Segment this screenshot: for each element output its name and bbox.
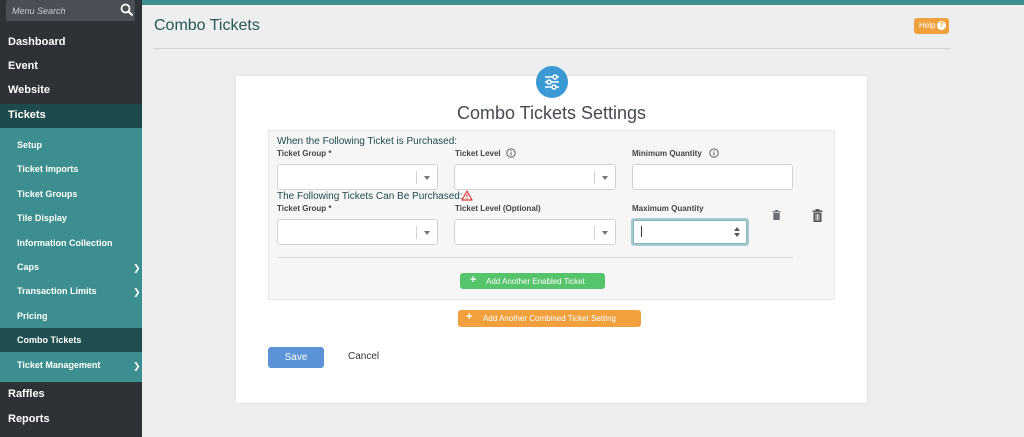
maximum-quantity-input[interactable] [631, 218, 749, 246]
chevron-right-icon: ❯ [133, 263, 141, 273]
minimum-quantity-label: Minimum Quantity [632, 149, 702, 158]
plus-icon: + [466, 311, 473, 323]
sidebar-item-label: Tile Display [17, 213, 67, 223]
add-enabled-ticket-label: Add Another Enabled Ticket [486, 277, 585, 286]
ticket-level-label: Ticket Level [455, 149, 501, 158]
sidebar-item-information-collection[interactable]: Information Collection [0, 231, 142, 255]
purchased-section-title: When the Following Ticket is Purchased: [277, 136, 458, 147]
sidebar: Dashboard Event Website Tickets Setup Ti… [0, 0, 142, 437]
minimum-quantity-input[interactable] [632, 164, 793, 190]
nav-dashboard[interactable]: Dashboard [8, 36, 65, 48]
select-separator [594, 171, 595, 184]
ticket-level-select[interactable] [454, 219, 616, 245]
caret-down-icon [424, 231, 430, 235]
ticket-level-select[interactable] [454, 164, 616, 190]
sidebar-item-combo-tickets[interactable]: Combo Tickets [0, 328, 142, 352]
caret-down-icon [602, 231, 608, 235]
ticket-group-select[interactable] [277, 219, 438, 245]
sidebar-item-label: Ticket Groups [17, 189, 78, 199]
save-button[interactable]: Save [268, 347, 324, 368]
sidebar-item-label: Information Collection [17, 238, 113, 248]
search-icon[interactable] [120, 3, 134, 17]
top-accent-bar [142, 0, 1024, 5]
sidebar-item-ticket-imports[interactable]: Ticket Imports [0, 157, 142, 181]
page-title: Combo Tickets [154, 17, 260, 34]
add-enabled-ticket-button[interactable]: + Add Another Enabled Ticket [460, 273, 605, 289]
caret-down-icon [602, 176, 608, 180]
sidebar-item-ticket-groups[interactable]: Ticket Groups [0, 182, 142, 206]
can-purchase-section-title: The Following Tickets Can Be Purchased: [277, 191, 463, 202]
ticket-group-select[interactable] [277, 164, 438, 190]
section-divider [277, 257, 793, 258]
help-label: Help [919, 21, 936, 30]
sidebar-item-label: Pricing [17, 311, 48, 321]
nav-tickets[interactable]: Tickets [0, 104, 142, 128]
add-combined-setting-button[interactable]: + Add Another Combined Ticket Setting [458, 310, 641, 327]
sidebar-item-caps[interactable]: Caps ❯ [0, 255, 142, 279]
info-icon [709, 148, 719, 158]
sliders-icon [536, 66, 568, 98]
ticket-group-label: Ticket Group * [277, 204, 332, 213]
sidebar-item-label: Ticket Imports [17, 164, 79, 174]
sidebar-item-transaction-limits[interactable]: Transaction Limits ❯ [0, 279, 142, 303]
cancel-button[interactable]: Cancel [348, 351, 379, 362]
chevron-right-icon: ❯ [133, 361, 141, 371]
menu-search-input[interactable] [6, 0, 111, 21]
nav-reports[interactable]: Reports [8, 413, 50, 425]
nav-website[interactable]: Website [8, 84, 50, 96]
header-divider [154, 48, 950, 49]
number-spinner-icon[interactable] [734, 226, 740, 238]
nav-raffles[interactable]: Raffles [8, 388, 45, 400]
info-icon [506, 148, 516, 158]
maximum-quantity-label: Maximum Quantity [632, 204, 704, 213]
caret-down-icon [424, 176, 430, 180]
menu-search [6, 0, 135, 21]
card-title: Combo Tickets Settings [456, 103, 647, 123]
sidebar-item-setup[interactable]: Setup [0, 133, 142, 157]
select-separator [594, 226, 595, 239]
plus-icon: + [470, 274, 477, 286]
sidebar-item-label: Combo Tickets [17, 335, 82, 345]
sidebar-item-label: Caps [17, 262, 40, 272]
trash-icon[interactable] [812, 209, 823, 222]
help-button[interactable]: Help ? [914, 18, 949, 34]
select-separator [416, 171, 417, 184]
sidebar-item-label: Transaction Limits [17, 286, 97, 296]
ticket-group-label: Ticket Group * [277, 149, 332, 158]
sidebar-item-label: Ticket Management [17, 360, 101, 370]
tickets-submenu: Setup Ticket Imports Ticket Groups Tile … [0, 128, 142, 382]
chevron-right-icon: ❯ [133, 287, 141, 297]
sidebar-item-label: Setup [17, 140, 43, 150]
select-separator [416, 226, 417, 239]
ticket-level-optional-label: Ticket Level (Optional) [455, 204, 541, 213]
nav-tickets-label: Tickets [8, 109, 46, 121]
text-cursor [641, 226, 642, 237]
question-circle-icon: ? [937, 21, 946, 30]
sidebar-item-tile-display[interactable]: Tile Display [0, 206, 142, 230]
trash-icon[interactable] [772, 210, 781, 220]
warning-icon [461, 190, 473, 201]
add-combined-setting-label: Add Another Combined Ticket Setting [483, 314, 616, 323]
nav-event[interactable]: Event [8, 60, 38, 72]
sidebar-item-pricing[interactable]: Pricing [0, 304, 142, 328]
sidebar-item-ticket-management[interactable]: Ticket Management ❯ [0, 353, 142, 377]
